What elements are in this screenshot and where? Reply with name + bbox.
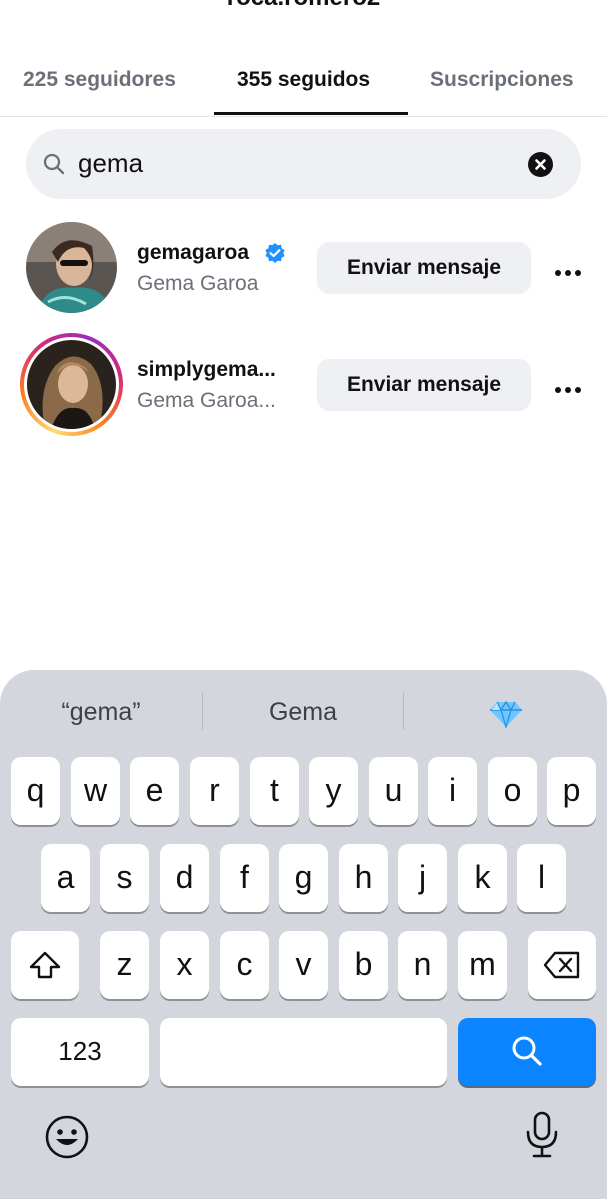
key-m[interactable]: m	[458, 931, 507, 999]
send-message-button[interactable]: Enviar mensaje	[317, 242, 531, 294]
active-tab-indicator	[214, 112, 408, 115]
result-full-name: Gema Garoa...	[137, 389, 276, 412]
key-c[interactable]: c	[220, 931, 269, 999]
key-q[interactable]: q	[11, 757, 60, 825]
suggestion-capitalized[interactable]: Gema	[203, 698, 403, 727]
key-v[interactable]: v	[279, 931, 328, 999]
delete-key[interactable]	[528, 931, 596, 999]
verified-badge-icon	[264, 242, 286, 264]
avatar[interactable]	[26, 222, 117, 313]
search-query-text[interactable]: gema	[78, 148, 143, 179]
microphone-icon[interactable]	[522, 1110, 562, 1160]
more-options-icon[interactable]	[554, 264, 582, 276]
key-g[interactable]: g	[279, 844, 328, 912]
key-i[interactable]: i	[428, 757, 477, 825]
key-j[interactable]: j	[398, 844, 447, 912]
key-a[interactable]: a	[41, 844, 90, 912]
key-w[interactable]: w	[71, 757, 120, 825]
key-b[interactable]: b	[339, 931, 388, 999]
key-o[interactable]: o	[488, 757, 537, 825]
numbers-key[interactable]: 123	[11, 1018, 149, 1086]
search-icon	[512, 1036, 542, 1066]
shift-icon	[29, 951, 61, 979]
tab-followers[interactable]: 225 seguidores	[23, 68, 176, 92]
story-ring[interactable]	[20, 333, 123, 436]
result-full-name: Gema Garoa	[137, 272, 259, 295]
delete-icon	[543, 951, 580, 979]
key-z[interactable]: z	[100, 931, 149, 999]
key-d[interactable]: d	[160, 844, 209, 912]
key-f[interactable]: f	[220, 844, 269, 912]
tab-subscriptions[interactable]: Suscripciones	[430, 68, 574, 92]
add-user-icon[interactable]	[527, 0, 567, 12]
result-username[interactable]: simplygema...	[137, 358, 276, 382]
tab-following[interactable]: 355 seguidos	[237, 68, 370, 92]
avatar[interactable]	[27, 340, 116, 429]
key-h[interactable]: h	[339, 844, 388, 912]
tabs-divider	[0, 116, 607, 117]
key-e[interactable]: e	[130, 757, 179, 825]
key-l[interactable]: l	[517, 844, 566, 912]
key-k[interactable]: k	[458, 844, 507, 912]
key-s[interactable]: s	[100, 844, 149, 912]
search-key[interactable]	[458, 1018, 596, 1086]
emoji-icon[interactable]	[44, 1114, 90, 1160]
key-n[interactable]: n	[398, 931, 447, 999]
more-options-icon[interactable]	[554, 381, 582, 393]
suggestion-quoted[interactable]: “gema”	[0, 698, 202, 727]
shift-key[interactable]	[11, 931, 79, 999]
result-username[interactable]: gemagaroa	[137, 241, 249, 265]
send-message-button[interactable]: Enviar mensaje	[317, 359, 531, 411]
key-r[interactable]: r	[190, 757, 239, 825]
page-title: roca.romero2	[0, 0, 607, 12]
clear-search-icon[interactable]	[528, 152, 553, 177]
key-p[interactable]: p	[547, 757, 596, 825]
suggestion-emoji-gem[interactable]	[404, 698, 607, 735]
key-t[interactable]: t	[250, 757, 299, 825]
key-u[interactable]: u	[369, 757, 418, 825]
key-x[interactable]: x	[160, 931, 209, 999]
search-icon	[42, 152, 66, 176]
space-key[interactable]	[160, 1018, 447, 1086]
key-y[interactable]: y	[309, 757, 358, 825]
